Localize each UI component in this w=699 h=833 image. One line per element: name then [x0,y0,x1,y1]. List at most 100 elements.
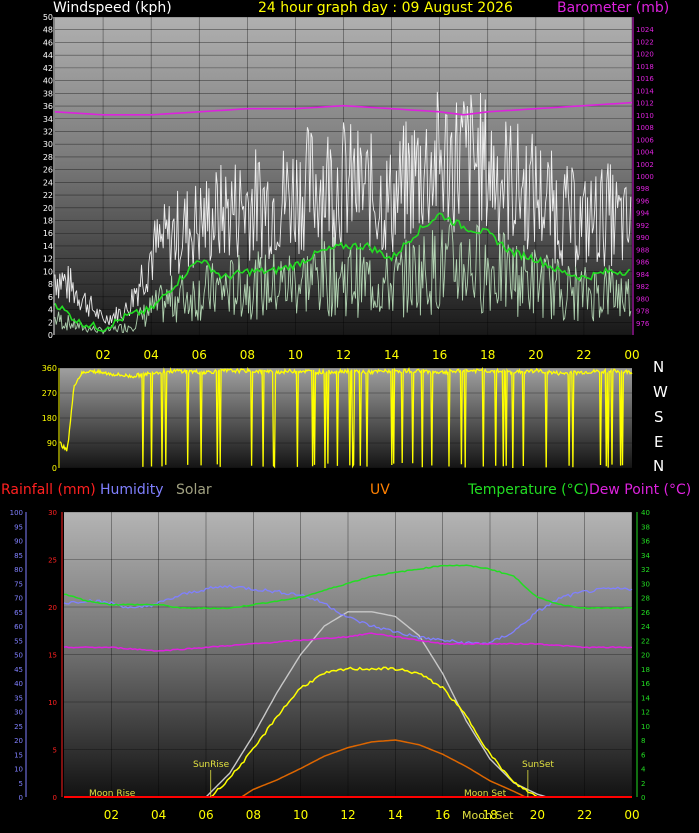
humidity-y-tick-label: 10 [14,766,23,774]
barometer-label: Barometer (mb) [557,0,670,16]
barometer-y-tick-label: 992 [636,222,649,230]
wind-y-tick-label: 28 [43,153,53,162]
barometer-y-tick-label: 1016 [636,75,654,83]
humidity-y-tick-label: 65 [14,609,23,617]
direction-y-tick-label: 360 [42,364,57,373]
compass-w: W [653,383,668,401]
barometer-y-tick-label: 988 [636,246,649,254]
barometer-y-tick-label: 1012 [636,100,654,108]
wind-y-tick-label: 20 [43,204,53,213]
temperature-y-tick-label: 0 [641,794,645,802]
climate-x-tick-label: 00 [624,808,639,822]
humidity-y-tick-label: 45 [14,666,23,674]
barometer-y-tick-label: 976 [636,320,650,328]
wind-x-tick-label: 14 [384,348,399,362]
wind-y-tick-label: 36 [43,102,53,111]
temperature-y-tick-label: 36 [641,538,650,546]
humidity-y-tick-label: 5 [19,780,23,788]
wind-y-tick-label: 18 [43,217,53,226]
humidity-y-tick-label: 40 [14,680,23,688]
wind-y-tick-label: 38 [43,89,53,98]
wind-y-tick-label: 26 [43,166,53,175]
rain-y-tick-label: 5 [53,747,57,755]
wind-x-tick-label: 10 [288,348,303,362]
legend-temperature: Temperature (°C) [468,482,589,498]
barometer-y-tick-label: 1010 [636,112,654,120]
wind-y-tick-label: 16 [43,229,53,238]
humidity-y-tick-label: 95 [14,523,23,531]
wind-y-tick-label: 14 [43,242,53,251]
wind-y-tick-label: 30 [43,140,53,149]
legend-uv: UV [370,482,390,498]
temperature-y-tick-label: 32 [641,566,650,574]
temperature-y-tick-label: 38 [641,523,650,531]
rain-y-tick-label: 25 [48,557,57,565]
barometer-y-tick-label: 1002 [636,161,654,169]
barometer-y-tick-label: 1018 [636,63,654,71]
climate-x-tick-label: 16 [435,808,450,822]
moonrise-label: Moon Rise [89,789,136,799]
wind-y-tick-label: 2 [48,318,53,327]
climate-x-tick-label: 08 [246,808,261,822]
wind-x-tick-label: 18 [480,348,495,362]
wind-y-tick-label: 4 [48,306,53,315]
humidity-y-tick-label: 55 [14,637,23,645]
temperature-y-tick-label: 40 [641,509,650,517]
temperature-y-tick-label: 2 [641,780,645,788]
compass-e: E [654,433,664,451]
wind-x-tick-label: 06 [192,348,207,362]
humidity-y-tick-label: 100 [10,509,23,517]
chart-title: 24 hour graph day : 09 August 2026 [258,0,513,16]
barometer-y-tick-label: 1004 [636,149,654,157]
wind-y-tick-label: 48 [43,26,53,35]
wind-x-tick-label: 00 [624,348,639,362]
barometer-y-tick-label: 1008 [636,124,654,132]
temperature-y-tick-label: 8 [641,737,645,745]
wind-y-tick-label: 42 [43,64,53,73]
barometer-y-tick-label: 990 [636,234,649,242]
temperature-y-tick-label: 16 [641,680,650,688]
temperature-y-tick-label: 18 [641,666,650,674]
temperature-y-tick-label: 6 [641,751,646,759]
rain-y-tick-label: 10 [48,699,57,707]
humidity-y-tick-label: 75 [14,580,23,588]
legend-dewpoint: Dew Point (°C) [589,482,692,498]
compass-n-bottom: N [653,457,665,475]
wind-y-tick-label: 50 [43,13,53,22]
temperature-y-tick-label: 14 [641,694,650,702]
barometer-y-tick-label: 980 [636,295,649,303]
wind-y-tick-label: 44 [43,51,53,60]
direction-y-tick-label: 90 [47,439,57,448]
barometer-y-tick-label: 986 [636,259,650,267]
temperature-y-tick-label: 12 [641,709,650,717]
humidity-y-tick-label: 0 [19,794,23,802]
compass-s: S [654,408,664,426]
wind-x-tick-label: 04 [144,348,159,362]
climate-x-tick-label: 22 [577,808,592,822]
wind-y-tick-label: 6 [48,293,53,302]
temperature-y-tick-label: 20 [641,652,650,660]
wind-x-tick-label: 02 [95,348,110,362]
wind-y-tick-label: 40 [43,77,53,86]
humidity-y-tick-label: 85 [14,552,23,560]
temperature-y-tick-label: 34 [641,552,650,560]
moonset-label: Moon Set [464,789,507,799]
humidity-y-tick-label: 15 [14,751,23,759]
barometer-y-tick-label: 994 [636,210,650,218]
humidity-y-tick-label: 50 [14,652,23,660]
climate-x-tick-label: 02 [104,808,119,822]
barometer-y-tick-label: 978 [636,308,649,316]
barometer-y-tick-label: 998 [636,185,649,193]
wind-y-tick-label: 22 [43,191,53,200]
climate-x-tick-label: 20 [530,808,545,822]
temperature-y-tick-label: 26 [641,609,650,617]
rain-y-tick-label: 15 [48,652,57,660]
wind-x-tick-label: 08 [240,348,255,362]
climate-x-tick-label: 04 [151,808,166,822]
legend-rainfall: Rainfall (mm) [1,482,96,498]
wind-y-tick-label: 10 [43,267,53,276]
rain-y-tick-label: 20 [48,604,57,612]
legend-solar: Solar [176,482,212,498]
sunset-label: SunSet [522,760,554,770]
humidity-y-tick-label: 25 [14,723,23,731]
